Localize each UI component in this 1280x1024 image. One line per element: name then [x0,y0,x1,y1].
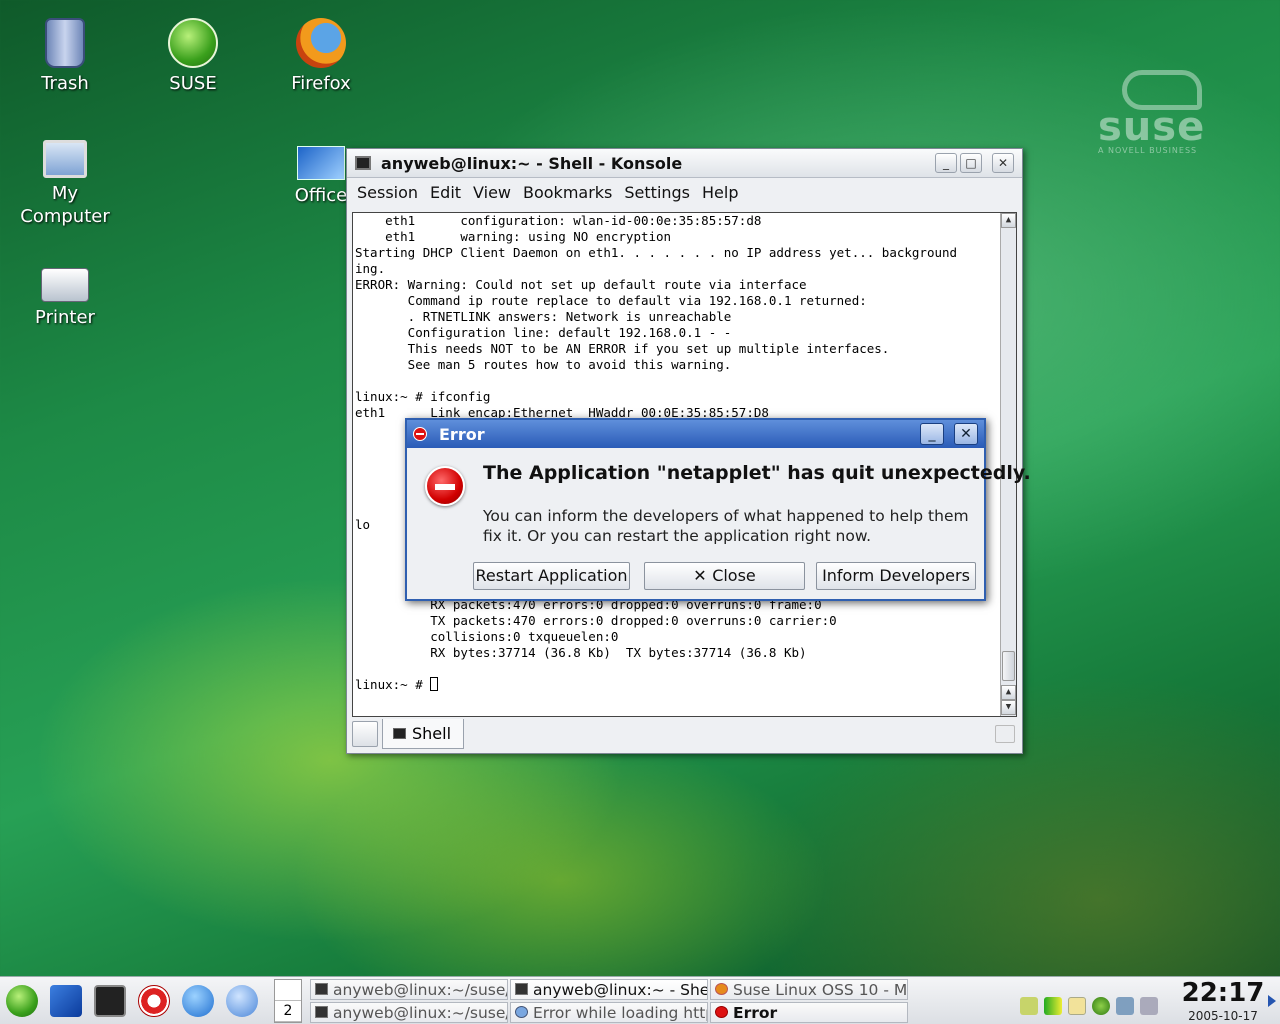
task-label: anyweb@linux:~/suse/ [333,981,508,999]
suse-watermark-logo: suse A NOVELL BUSINESS [1094,70,1214,160]
error-headline: The Application "netapplet" has quit une… [483,462,1031,484]
pager-desktop-1[interactable] [275,980,301,1001]
suse-updater-icon[interactable] [1092,997,1110,1015]
suse-logo-word: suse [1098,104,1206,150]
clock-time: 22:17 [1181,978,1265,1008]
maximize-button[interactable]: □ [960,153,982,173]
taskbar-task[interactable]: anyweb@linux:~/suse/ [310,1002,508,1023]
pager-desktop-2[interactable]: 2 [275,1001,301,1022]
minimize-button[interactable]: _ [935,153,957,173]
desktop-icon-label: Printer [35,307,95,328]
error-message: You can inform the developers of what ha… [483,507,969,545]
desktop-icon-suse[interactable]: SUSE [138,18,248,95]
error-icon [413,427,427,441]
terminal-icon [515,983,528,995]
konsole-title: anyweb@linux:~ - Shell - Konsole [381,153,683,173]
office-icon [297,146,345,180]
clock[interactable]: 22:17 2005-10-17 [1180,977,1266,1024]
taskbar-task[interactable]: Error while loading http [510,1002,708,1023]
firefox-icon [715,983,728,995]
scroll-up-arrow-icon[interactable]: ▲ [1001,685,1016,700]
error-dialog[interactable]: Error _ ✕ The Application "netapplet" ha… [405,418,1031,601]
desktop-icon-firefox[interactable]: Firefox [266,18,376,95]
restart-application-button[interactable]: Restart Application [473,562,630,590]
close-dialog-button[interactable]: ✕ Close [644,562,805,590]
close-button[interactable]: ✕ [954,423,978,445]
suse-logo-tagline: A NOVELL BUSINESS [1098,146,1198,155]
panel-hide-arrow-icon[interactable] [1268,995,1276,1007]
error-icon [715,1006,728,1018]
desktop-icon-trash[interactable]: Trash [10,18,120,95]
menu-view[interactable]: View [473,183,511,202]
desktop-icon-label: SUSE [169,73,217,94]
desktop-icon-label: My Computer [20,183,110,227]
task-label: Error [733,1004,778,1022]
button-label: Close [712,566,756,585]
konsole-menubar: Session Edit View Bookmarks Settings Hel… [347,178,1022,206]
help-lifebuoy-icon[interactable] [138,985,170,1017]
tab-shell[interactable]: Shell [382,719,465,749]
close-button[interactable]: ✕ [992,153,1014,173]
taskbar-task[interactable]: Suse Linux OSS 10 - M [710,979,908,1000]
button-label: Inform Developers [822,566,970,585]
terminal-icon[interactable] [94,985,126,1017]
desktop-icon-label: Firefox [291,73,351,94]
printer-icon [41,268,89,302]
suse-icon [168,18,218,68]
menu-bookmarks[interactable]: Bookmarks [523,183,612,202]
mail-icon[interactable] [226,985,258,1017]
taskbar-task-konsole[interactable]: anyweb@linux:~ - Shell [510,979,708,1000]
menu-edit[interactable]: Edit [430,183,461,202]
close-tab-button[interactable] [995,725,1015,743]
task-label: anyweb@linux:~/suse/ [333,1004,508,1022]
scroll-up-arrow-icon[interactable]: ▲ [1001,213,1016,228]
system-tray [1020,981,1174,1021]
network-plug-icon[interactable] [1020,997,1038,1015]
konsole-tabbar: Shell [352,719,1017,749]
home-icon[interactable] [50,985,82,1017]
inform-developers-button[interactable]: Inform Developers [816,562,976,590]
menu-settings[interactable]: Settings [624,183,690,202]
konsole-titlebar[interactable]: anyweb@linux:~ - Shell - Konsole _ □ ✕ [347,149,1022,178]
desktop-pager[interactable]: 2 [274,979,302,1023]
x-icon: ✕ [693,566,713,585]
suse-menu-icon[interactable] [6,985,38,1017]
error-dialog-title: Error [439,424,485,444]
terminal-icon [393,728,406,739]
trash-icon [45,18,85,68]
terminal-icon [355,156,371,170]
volume-icon[interactable] [1116,997,1134,1015]
clock-date: 2005-10-17 [1188,1009,1258,1023]
task-label: anyweb@linux:~ - Shell [533,981,708,999]
taskbar-task-error[interactable]: Error [710,1002,908,1023]
new-session-button[interactable] [352,721,378,747]
desktop-icon-label: Trash [41,73,89,94]
taskbar-task[interactable]: anyweb@linux:~/suse/ [310,979,508,1000]
klipper-icon[interactable] [1068,997,1086,1015]
computer-icon [43,140,87,178]
terminal-cursor [430,677,439,691]
minimize-button[interactable]: _ [920,423,944,445]
scroll-down-arrow-icon[interactable]: ▼ [1001,700,1016,715]
tab-label: Shell [412,724,452,743]
scrollbar-thumb[interactable] [1002,651,1015,681]
desktop-icon-printer[interactable]: Printer [10,256,120,329]
taskbar: 2 anyweb@linux:~/suse/ anyweb@linux:~/su… [0,976,1280,1024]
browser-icon[interactable] [182,985,214,1017]
terminal-icon [315,1006,328,1018]
browser-icon [515,1006,528,1018]
button-label: Restart Application [475,566,628,585]
terminal-icon [315,983,328,995]
menu-session[interactable]: Session [357,183,418,202]
wireless-signal-icon[interactable] [1140,997,1158,1015]
firefox-icon [296,18,346,68]
menu-help[interactable]: Help [702,183,738,202]
error-dialog-titlebar[interactable]: Error _ ✕ [407,420,984,448]
error-icon [425,466,465,506]
desktop-icon-my-computer[interactable]: My Computer [10,140,120,228]
battery-icon[interactable] [1044,997,1062,1015]
task-label: Error while loading http [533,1004,708,1022]
task-label: Suse Linux OSS 10 - M [733,981,908,999]
